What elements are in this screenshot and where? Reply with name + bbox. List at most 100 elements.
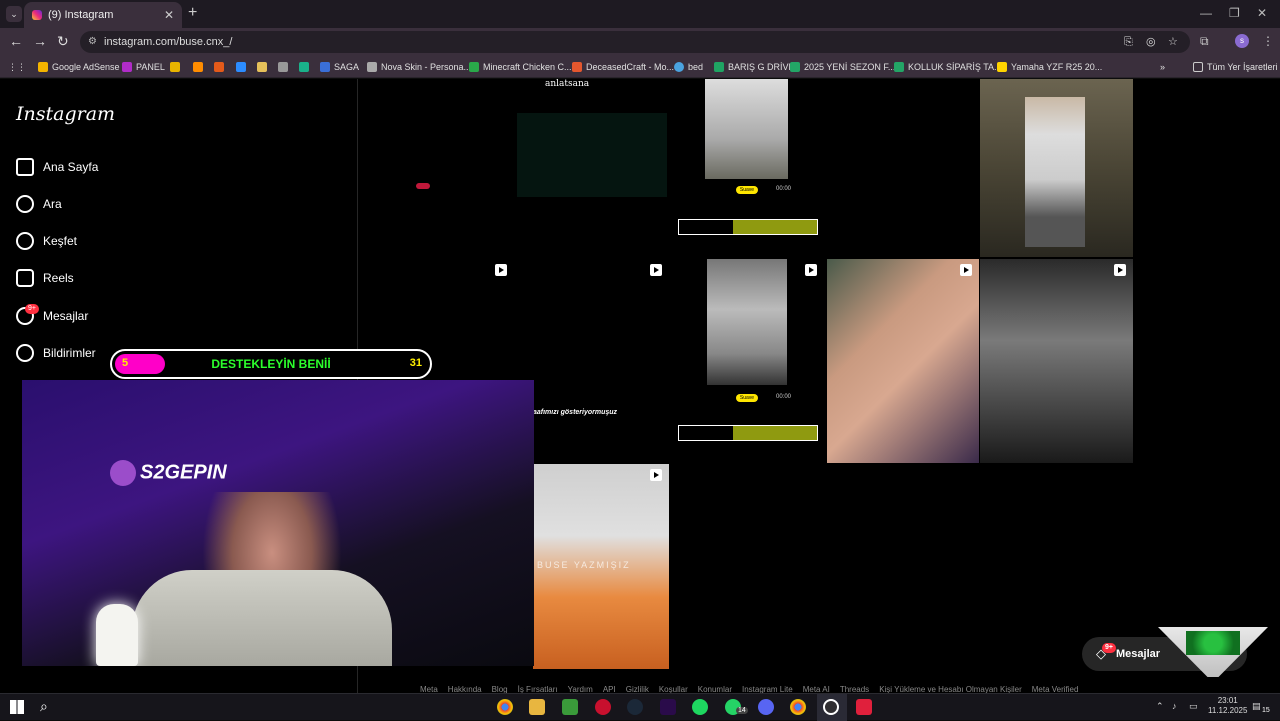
valorant-icon[interactable] (856, 699, 872, 715)
chrome-profile-icon[interactable] (790, 699, 806, 715)
timecode: 00:00 (776, 394, 792, 400)
adsense-icon (38, 62, 48, 72)
bookmark-item[interactable]: Google AdSense (38, 60, 120, 74)
nav-reels[interactable]: Reels (16, 267, 74, 289)
reel-thumbnail[interactable] (827, 259, 979, 463)
reel-caption: BUSE YAZMIŞIZ (537, 560, 631, 570)
tab-search-button[interactable]: ⌄ (6, 6, 22, 22)
eye-off-icon[interactable]: ◎ (1146, 31, 1156, 53)
messages-badge: 9+ (1102, 643, 1116, 653)
notification-center-icon[interactable]: ▤ (1252, 701, 1261, 712)
reel-thumbnail[interactable]: BUSE YAZMIŞIZ (533, 464, 669, 669)
notification-count: 15 (1262, 707, 1270, 714)
reload-icon[interactable]: ↻ (57, 33, 69, 50)
spotify-icon[interactable] (692, 699, 708, 715)
discord-icon[interactable] (758, 699, 774, 715)
reel-icon (960, 264, 972, 276)
bookmark-item[interactable]: bed (674, 60, 703, 74)
reel-thumbnail[interactable]: aafımızı gösteriyormuşuz (515, 259, 669, 463)
bookmark-item[interactable]: Tüm Yer İşaretleri (1193, 60, 1278, 74)
minecraft-icon[interactable] (562, 699, 578, 715)
network-icon[interactable]: ▭ (1189, 701, 1198, 712)
nav-home[interactable]: Ana Sayfa (16, 156, 98, 178)
bookmark-item[interactable]: KOLLUK SİPARİŞ TA... (894, 60, 1002, 74)
bookmark-icon (214, 62, 224, 72)
timeline-clip (733, 220, 817, 234)
premiere-icon[interactable] (660, 699, 676, 715)
menu-icon[interactable]: ⋮ (1262, 34, 1274, 48)
dark-panel (517, 113, 667, 197)
reel-thumbnail[interactable] (980, 259, 1133, 463)
bookmark-star-icon[interactable]: ☆ (1168, 31, 1178, 53)
forward-icon[interactable]: → (33, 33, 47, 49)
reel-icon (650, 469, 662, 481)
new-tab-button[interactable]: + (188, 4, 197, 22)
nav-explore[interactable]: Keşfet (16, 230, 77, 252)
instagram-logo[interactable]: Instagram (16, 103, 115, 125)
nav-notifications[interactable]: Bildirimler (16, 342, 96, 364)
steam-icon[interactable] (627, 699, 643, 715)
volume-icon[interactable]: ♪ (1172, 701, 1177, 711)
back-icon[interactable]: ← (9, 33, 23, 49)
opera-icon[interactable] (595, 699, 611, 715)
apps-icon[interactable]: ⋮⋮ (8, 60, 26, 74)
site-info-icon[interactable]: ⚙ (88, 31, 97, 53)
messages-badge: 9+ (25, 304, 39, 314)
timeline-track (678, 425, 818, 441)
bookmark-icon-only[interactable] (214, 60, 228, 74)
audio-label: Suave (736, 186, 758, 194)
bookmark-item[interactable]: PANEL (122, 60, 165, 74)
reel-icon (495, 264, 507, 276)
search-icon[interactable]: ⌕ (40, 698, 48, 715)
red-mark (416, 183, 430, 189)
lamp (96, 604, 138, 666)
cast-icon[interactable]: ⎘ (1124, 31, 1133, 53)
bookmark-icon (193, 62, 203, 72)
photo-person-white-shirt (705, 79, 788, 179)
close-window-icon[interactable]: ✕ (1257, 6, 1267, 20)
post-thumbnail[interactable]: anlatsana (515, 79, 669, 257)
post-thumbnail[interactable] (825, 79, 979, 257)
timecode: 00:00 (776, 186, 792, 192)
bookmark-item[interactable]: 2025 YENİ SEZON F... (790, 60, 895, 74)
bookmark-item[interactable]: BARIŞ G DRİVE (714, 60, 795, 74)
nav-search[interactable]: Ara (16, 193, 62, 215)
bookmark-item[interactable]: SAGA (320, 60, 359, 74)
profile-avatar[interactable]: s (1235, 34, 1249, 48)
tray-chevron-icon[interactable]: ⌃ (1156, 701, 1164, 712)
bookmark-icon-only[interactable] (170, 60, 184, 74)
compass-icon (16, 232, 34, 250)
clock[interactable]: 23:01 11.12.2025 (1208, 696, 1247, 716)
bookmark-icon-only[interactable] (257, 60, 271, 74)
obs-icon[interactable] (823, 699, 839, 715)
bookmark-icon-only[interactable] (236, 60, 250, 74)
bookmark-icon-only[interactable] (299, 60, 313, 74)
bookmark-icon (170, 62, 180, 72)
windows-taskbar: ⌕ 14 ⌃ ♪ ▭ 23:01 11.12.2025 ▤ 15 (0, 693, 1280, 721)
more-bookmarks-icon[interactable]: » (1160, 60, 1165, 74)
bookmark-item[interactable]: Minecraft Chicken C... (469, 60, 572, 74)
browser-tab[interactable]: (9) Instagram ✕ (24, 2, 182, 28)
bookmark-item[interactable]: DeceasedCraft - Mo... (572, 60, 674, 74)
bookmark-icon (299, 62, 309, 72)
bookmarks-bar: ⋮⋮ Google AdSense PANEL SAGA Nova Skin -… (0, 56, 1280, 78)
address-bar[interactable]: ⚙ instagram.com/buse.cnx_/ ⎘ ◎ ☆ (80, 31, 1190, 53)
post-thumbnail[interactable] (360, 79, 514, 257)
bookmark-icon-only[interactable] (193, 60, 207, 74)
url-text: instagram.com/buse.cnx_/ (104, 36, 233, 48)
sheets-icon (790, 62, 800, 72)
bookmark-item[interactable]: Yamaha YZF R25 20... (997, 60, 1102, 74)
minimize-icon[interactable]: — (1200, 6, 1212, 20)
post-thumbnail[interactable]: Suave 00:00 (670, 79, 824, 257)
chrome-icon[interactable] (497, 699, 513, 715)
windows-start-icon[interactable] (10, 700, 24, 714)
bookmark-icon (257, 62, 267, 72)
file-explorer-icon[interactable] (529, 699, 545, 715)
bookmark-item[interactable]: Nova Skin - Persona... (367, 60, 471, 74)
extensions-icon[interactable]: ⧉ (1200, 34, 1209, 49)
reel-thumbnail[interactable]: Suave 00:00 (670, 259, 824, 463)
post-thumbnail[interactable] (980, 79, 1133, 257)
maximize-icon[interactable]: ❐ (1229, 6, 1240, 20)
bookmark-icon-only[interactable] (278, 60, 292, 74)
close-tab-icon[interactable]: ✕ (164, 8, 174, 22)
